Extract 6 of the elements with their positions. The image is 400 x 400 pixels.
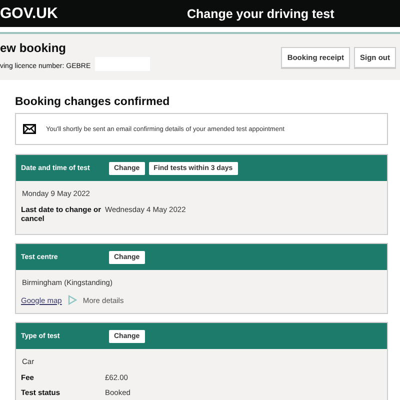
page-heading: ew booking <box>0 41 67 55</box>
site-logo[interactable]: GOV.UK <box>0 5 147 22</box>
confirmation-heading: Booking changes confirmed <box>15 96 171 108</box>
service-title: Change your driving test <box>187 6 334 20</box>
triangle-icon <box>68 295 77 305</box>
envelope-icon <box>23 124 36 134</box>
